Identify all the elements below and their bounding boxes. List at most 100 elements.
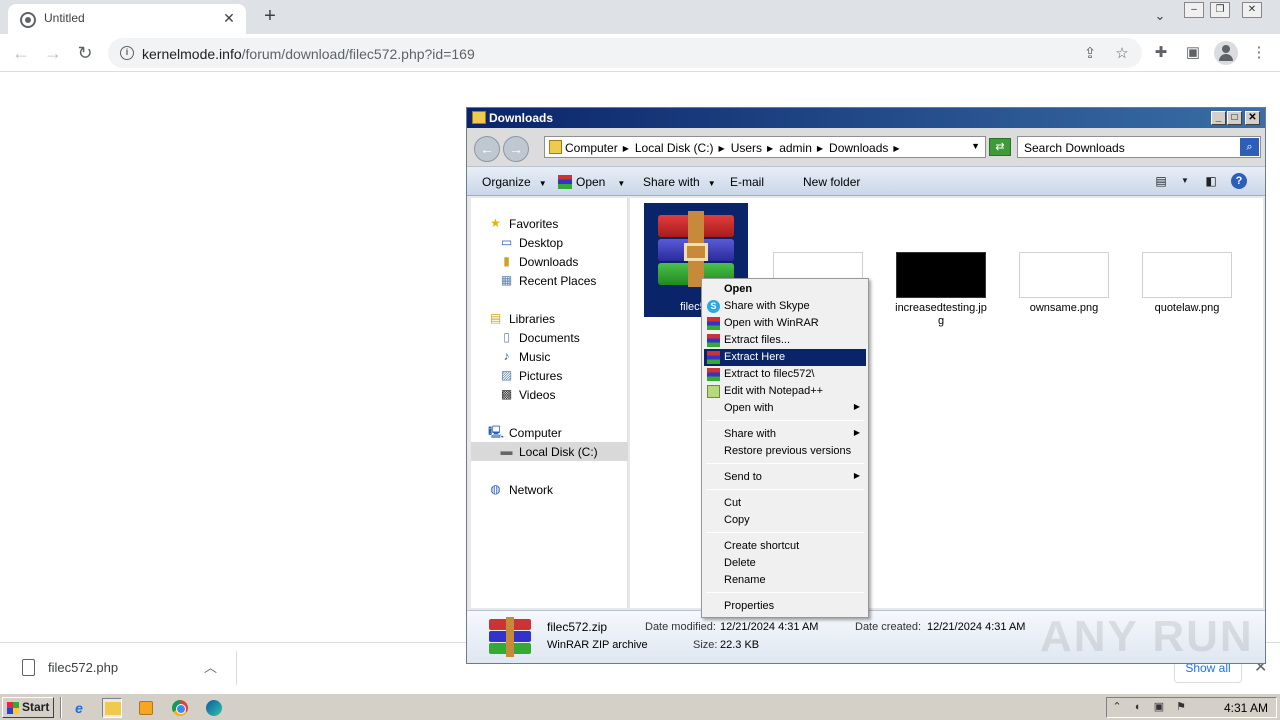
preview-pane-icon[interactable]: ◧	[1203, 174, 1219, 188]
tray-expand-icon[interactable]: ⌃	[1110, 700, 1124, 714]
maximize-button[interactable]: □	[1227, 111, 1242, 125]
nav-pictures[interactable]: ▨ Pictures	[471, 366, 628, 385]
chevron-down-icon: ▼	[707, 179, 716, 188]
network-tray-icon[interactable]: ▣	[1152, 700, 1166, 714]
breadcrumb-computer[interactable]: Computer ▶	[565, 141, 635, 155]
file-name-increasedtesting[interactable]: increasedtesting.jp g	[889, 302, 993, 328]
view-options-icon[interactable]: ▤	[1153, 174, 1169, 188]
browser-tab[interactable]: Untitled ✕	[8, 4, 246, 34]
menu-item-open-winrar[interactable]: Open with WinRAR	[704, 315, 866, 332]
breadcrumb-arrow-icon[interactable]: ▶	[623, 144, 629, 153]
back-arrow-icon[interactable]: ←	[8, 40, 34, 66]
menu-item-share-skype[interactable]: S Share with Skype	[704, 298, 866, 315]
file-name-quotelaw[interactable]: quotelaw.png	[1135, 302, 1239, 315]
nav-downloads[interactable]: ▮ Downloads	[471, 252, 628, 271]
browser-restore-button[interactable]: ❐	[1210, 2, 1230, 18]
menu-item-share-with[interactable]: Share with ▶	[704, 426, 866, 443]
nav-desktop[interactable]: ▭ Desktop	[471, 233, 628, 252]
menu-item-edit-notepad[interactable]: Edit with Notepad++	[704, 383, 866, 400]
window-title: Downloads	[489, 111, 554, 125]
menu-item-open-with[interactable]: Open with ▶	[704, 400, 866, 417]
nav-computer[interactable]: 🖳 Computer	[471, 423, 628, 442]
search-icon[interactable]: ⌕	[1240, 138, 1259, 156]
share-with-button[interactable]: Share with ▼	[643, 175, 716, 189]
site-info-icon[interactable]: i	[120, 46, 134, 60]
nav-libraries[interactable]: ▤ Libraries	[471, 309, 628, 328]
tab-search-chevron-icon[interactable]: ⌄	[1150, 8, 1170, 26]
back-arrow-icon[interactable]: ←	[474, 136, 500, 162]
menu-item-restore-versions[interactable]: Restore previous versions	[704, 443, 866, 460]
flag-icon[interactable]: ⚑	[1174, 700, 1188, 714]
breadcrumb-arrow-icon[interactable]: ▶	[817, 144, 823, 153]
breadcrumb-users[interactable]: Users ▶	[731, 141, 780, 155]
close-button[interactable]: ✕	[1245, 111, 1260, 125]
menu-item-copy[interactable]: Copy	[704, 512, 866, 529]
menu-item-properties[interactable]: Properties	[704, 598, 866, 615]
chevron-down-icon[interactable]: ▼	[1177, 174, 1193, 188]
edge-taskbar-button[interactable]	[204, 698, 224, 718]
browser-minimize-button[interactable]: –	[1184, 2, 1204, 18]
share-icon[interactable]: ⇪	[1080, 44, 1100, 64]
file-thumbnail-quotelaw[interactable]	[1142, 252, 1232, 298]
extensions-puzzle-icon[interactable]: ✚	[1150, 42, 1172, 64]
nav-music[interactable]: ♪ Music	[471, 347, 628, 366]
profile-avatar-icon[interactable]	[1214, 41, 1238, 65]
tab-close-icon[interactable]: ✕	[220, 9, 238, 27]
menu-item-rename[interactable]: Rename	[704, 572, 866, 589]
menu-item-create-shortcut[interactable]: Create shortcut	[704, 538, 866, 555]
download-filename[interactable]: filec572.php	[48, 660, 118, 675]
menu-kebab-icon[interactable]: ⋮	[1248, 42, 1270, 64]
breadcrumb-downloads[interactable]: Downloads ▶	[829, 141, 906, 155]
new-folder-button[interactable]: New folder	[803, 175, 860, 189]
menu-item-cut[interactable]: Cut	[704, 495, 866, 512]
file-name-ownsame[interactable]: ownsame.png	[1012, 302, 1116, 315]
menu-item-extract-to[interactable]: Extract to filec572\	[704, 366, 866, 383]
nav-favorites[interactable]: ★ Favorites	[471, 214, 628, 233]
speaker-icon[interactable]: ◖	[1130, 700, 1144, 714]
browser-close-button[interactable]: ✕	[1242, 2, 1262, 18]
explorer-taskbar-button[interactable]	[102, 698, 122, 718]
email-button[interactable]: E-mail	[730, 175, 764, 189]
menu-item-extract-files[interactable]: Extract files...	[704, 332, 866, 349]
bookmark-star-icon[interactable]: ☆	[1112, 44, 1132, 64]
forward-arrow-icon[interactable]: →	[503, 136, 529, 162]
clock[interactable]: 4:31 AM	[1224, 701, 1268, 715]
breadcrumb-admin[interactable]: admin ▶	[779, 141, 829, 155]
url-text[interactable]: kernelmode.info/forum/download/filec572.…	[142, 46, 475, 62]
minimize-button[interactable]: _	[1211, 111, 1226, 125]
breadcrumb-arrow-icon[interactable]: ▶	[893, 144, 899, 153]
breadcrumb-arrow-icon[interactable]: ▶	[767, 144, 773, 153]
side-panel-icon[interactable]: ▣	[1182, 42, 1204, 64]
start-button[interactable]: Start	[2, 697, 54, 718]
reload-icon[interactable]: ↻	[72, 40, 98, 66]
chrome-taskbar-button[interactable]	[170, 698, 190, 718]
chevron-up-icon[interactable]: ︿	[204, 657, 217, 676]
file-thumbnail-increasedtesting[interactable]	[896, 252, 986, 298]
history-dropdown-icon[interactable]: ▼	[971, 141, 980, 151]
breadcrumb[interactable]: Computer ▶ Local Disk (C:) ▶ Users ▶ admin ▶…	[544, 136, 986, 158]
network-icon: ◍	[490, 482, 501, 496]
menu-item-extract-here[interactable]: Extract Here	[704, 349, 866, 366]
help-icon[interactable]: ?	[1231, 173, 1247, 189]
refresh-icon[interactable]: ⇄	[989, 138, 1011, 156]
organize-button[interactable]: Organize ▼	[482, 175, 547, 189]
nav-recent-places[interactable]: ▦ Recent Places	[471, 271, 628, 290]
nav-local-disk[interactable]: ▬ Local Disk (C:)	[471, 442, 628, 461]
forward-arrow-icon[interactable]: →	[40, 40, 66, 66]
nav-videos[interactable]: ▩ Videos	[471, 385, 628, 404]
explorer-title-bar[interactable]: Downloads _ □ ✕	[467, 108, 1265, 128]
menu-item-delete[interactable]: Delete	[704, 555, 866, 572]
internet-explorer-icon[interactable]: e	[69, 698, 89, 718]
menu-item-open[interactable]: Open	[704, 281, 866, 298]
nav-network[interactable]: ◍ Network	[471, 480, 628, 499]
search-input[interactable]: Search Downloads ⌕	[1017, 136, 1261, 158]
breadcrumb-arrow-icon[interactable]: ▶	[719, 144, 725, 153]
menu-item-send-to[interactable]: Send to ▶	[704, 469, 866, 486]
address-bar[interactable]: i kernelmode.info/forum/download/filec57…	[108, 38, 1142, 68]
file-thumbnail-ownsame[interactable]	[1019, 252, 1109, 298]
media-player-button[interactable]	[136, 698, 156, 718]
new-tab-button[interactable]: +	[258, 5, 282, 29]
open-button[interactable]: Open ▼	[558, 175, 625, 189]
nav-documents[interactable]: ▯ Documents	[471, 328, 628, 347]
breadcrumb-local-disk[interactable]: Local Disk (C:) ▶	[635, 141, 731, 155]
